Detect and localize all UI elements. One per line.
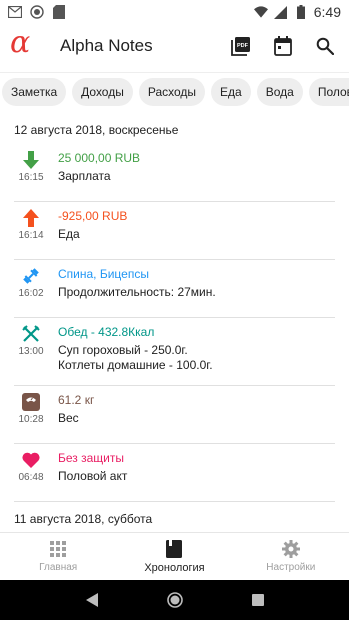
chip-income[interactable]: Доходы (72, 78, 133, 106)
fork-knife-icon (21, 324, 41, 344)
entry-meta: 13:00 (10, 318, 52, 385)
recents-icon[interactable] (248, 590, 268, 610)
sd-card-icon (52, 5, 66, 19)
timeline-entry-income[interactable]: 16:15 25 000,00 RUB Зарплата (14, 144, 335, 202)
entry-title: Спина, Бицепсы (58, 267, 149, 281)
timeline[interactable]: 12 августа 2018, воскресенье 16:15 25 00… (0, 112, 349, 532)
timeline-entry-weight[interactable]: 10:28 61.2 кг Вес (14, 386, 335, 444)
entry-body: 61.2 кг Вес (52, 386, 94, 443)
entry-body: Без защиты Половой акт (52, 444, 127, 501)
chip-water[interactable]: Вода (256, 78, 303, 106)
day-header: 12 августа 2018, воскресенье (14, 123, 179, 137)
dumbbell-icon (21, 266, 41, 286)
entry-meta: 10:28 (10, 386, 52, 443)
arrow-up-icon (21, 208, 41, 228)
status-time: 6:49 (313, 4, 341, 20)
svg-text:PDF: PDF (237, 43, 249, 49)
status-notifications (8, 5, 66, 19)
status-system: 6:49 (253, 4, 341, 20)
entry-time: 13:00 (18, 346, 44, 357)
entry-detail: Еда (58, 227, 80, 241)
chip-food[interactable]: Еда (211, 78, 251, 106)
entry-body: 25 000,00 RUB Зарплата (52, 144, 140, 201)
entry-time: 16:14 (18, 230, 44, 241)
entry-detail-line-2: Котлеты домашние - 100.0г. (58, 358, 213, 373)
timeline-entry-expense[interactable]: 16:14 -925,00 RUB Еда (14, 202, 335, 260)
chip-expenses[interactable]: Расходы (138, 78, 206, 106)
entry-detail: Вес (58, 411, 79, 425)
entry-meta: 16:14 (10, 202, 52, 259)
entry-title: 61.2 кг (58, 393, 95, 407)
back-icon[interactable] (82, 590, 102, 610)
home-icon[interactable] (165, 590, 185, 610)
entry-meta: 06:48 (10, 444, 52, 501)
app-bar: α Alpha Notes PDF (0, 24, 349, 68)
book-icon (165, 539, 183, 558)
pdf-icon[interactable]: PDF (231, 36, 251, 56)
chip-intercourse[interactable]: Половой акт (308, 78, 349, 106)
entry-detail: Зарплата (58, 169, 111, 183)
entry-body: Спина, Бицепсы Продолжительность: 27мин. (52, 260, 216, 317)
signal-icon (274, 5, 288, 19)
day-header: 11 августа 2018, суббота (14, 512, 153, 526)
entry-time: 06:48 (18, 472, 44, 483)
entry-meta: 16:02 (10, 260, 52, 317)
nav-home[interactable]: Главная (0, 533, 116, 580)
timeline-entry-intercourse[interactable]: 06:48 Без защиты Половой акт (14, 444, 335, 502)
entry-time: 16:15 (18, 172, 44, 183)
nav-timeline[interactable]: Хронология (116, 533, 232, 580)
arrow-down-icon (21, 150, 41, 170)
entry-time: 10:28 (18, 414, 44, 425)
gear-icon (281, 540, 300, 558)
entry-meta: 16:15 (10, 144, 52, 201)
entry-title: 25 000,00 RUB (58, 151, 141, 165)
entry-title: -925,00 RUB (58, 209, 128, 223)
nav-label: Главная (39, 562, 78, 573)
chip-note[interactable]: Заметка (2, 78, 67, 106)
nav-settings[interactable]: Настройки (233, 533, 349, 580)
entry-body: Обед - 432.8Ккал Суп гороховый - 250.0г.… (52, 318, 213, 385)
app-logo: α (10, 25, 31, 60)
entry-title: Обед - 432.8Ккал (58, 325, 155, 339)
search-icon[interactable] (315, 36, 335, 56)
gmail-icon (8, 5, 22, 19)
system-navigation-bar (0, 580, 349, 620)
battery-icon (294, 5, 308, 19)
nav-label: Хронология (144, 561, 205, 574)
status-bar: 6:49 (0, 0, 349, 24)
wifi-icon (253, 5, 268, 19)
record-icon (30, 5, 44, 19)
nav-label: Настройки (266, 562, 316, 573)
app-actions: PDF (231, 36, 339, 56)
heart-icon (21, 450, 41, 470)
timeline-entry-workout[interactable]: 16:02 Спина, Бицепсы Продолжительность: … (14, 260, 335, 318)
entry-detail-line-1: Суп гороховый - 250.0г. (58, 343, 188, 357)
entry-detail: Половой акт (58, 469, 128, 483)
scale-icon (21, 392, 41, 412)
grid-icon (49, 540, 67, 558)
timeline-entry-meal[interactable]: 13:00 Обед - 432.8Ккал Суп гороховый - 2… (14, 318, 335, 386)
entry-body: -925,00 RUB Еда (52, 202, 127, 259)
entry-time: 16:02 (18, 288, 44, 299)
app-title: Alpha Notes (60, 36, 153, 55)
bottom-navigation: Главная Хронология Настройки (0, 532, 349, 580)
calendar-icon[interactable] (273, 36, 293, 56)
category-chips: Заметка Доходы Расходы Еда Вода Половой … (0, 72, 349, 110)
entry-title: Без защиты (58, 451, 124, 465)
entry-detail: Продолжительность: 27мин. (58, 285, 216, 299)
